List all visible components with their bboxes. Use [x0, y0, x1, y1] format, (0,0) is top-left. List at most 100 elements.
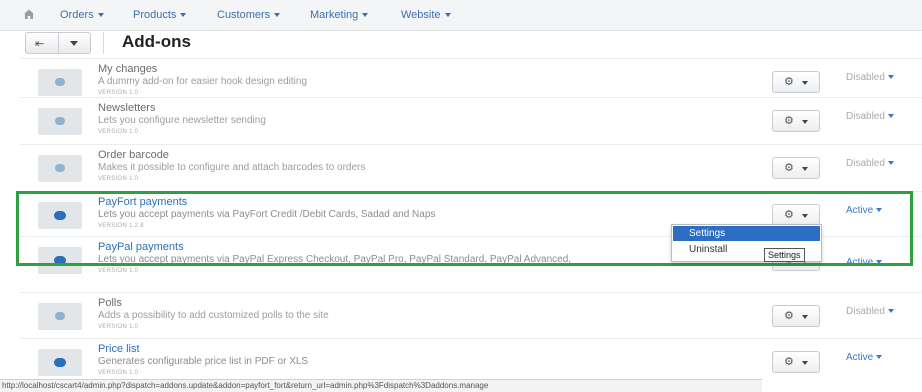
gear-icon: ⚙	[784, 76, 794, 88]
addon-row-polls: Polls Adds a possibility to add customiz…	[20, 292, 922, 342]
addon-version: VERSION 1.0	[98, 176, 139, 182]
menu-orders[interactable]: Orders	[60, 9, 104, 21]
addon-settings-button[interactable]: ⚙	[772, 71, 820, 93]
addon-version: VERSION 1.2.8	[98, 223, 144, 229]
addon-status[interactable]: Active	[846, 352, 883, 363]
status-bar-url: http://localhost/cscart4/admin.php?dispa…	[0, 379, 762, 392]
addon-version: VERSION 1.0	[98, 90, 139, 96]
chevron-down-icon	[802, 361, 808, 365]
addon-description: Generates configurable price list in PDF…	[98, 356, 309, 367]
menu-customers-label: Customers	[217, 9, 271, 21]
chevron-down-icon	[97, 13, 104, 18]
addon-settings-button[interactable]: ⚙	[772, 305, 820, 327]
addon-icon	[55, 78, 65, 86]
menu-website-label: Website	[401, 9, 441, 21]
addon-name[interactable]: PayPal payments	[98, 241, 184, 253]
addon-settings-button[interactable]: ⚙	[772, 110, 820, 132]
addon-status[interactable]: Active	[846, 257, 883, 268]
gear-icon: ⚙	[784, 356, 794, 368]
addon-status[interactable]: Disabled	[846, 111, 894, 122]
menu-marketing[interactable]: Marketing	[310, 9, 369, 21]
addon-thumbnail	[38, 108, 82, 135]
back-button-group: ⇤	[25, 32, 91, 54]
page-toolbar: ⇤ Add-ons	[0, 30, 922, 58]
chevron-down-icon[interactable]	[70, 41, 78, 46]
home-icon[interactable]	[22, 7, 36, 21]
top-navigation: Orders Products Customers Marketing Webs…	[0, 0, 922, 31]
tooltip: Settings	[764, 248, 805, 262]
addon-thumbnail	[38, 202, 82, 229]
addon-icon	[54, 256, 66, 265]
menu-website[interactable]: Website	[401, 9, 451, 21]
addon-name[interactable]: Newsletters	[98, 102, 155, 114]
addon-thumbnail	[38, 303, 82, 330]
addon-name[interactable]: Polls	[98, 297, 122, 309]
addon-name[interactable]: My changes	[98, 63, 157, 75]
addon-row-order-barcode: Order barcode Makes it possible to confi…	[20, 144, 922, 194]
gear-icon: ⚙	[784, 310, 794, 322]
chevron-down-icon	[876, 355, 883, 360]
menu-customers[interactable]: Customers	[217, 9, 281, 21]
addon-status-label: Disabled	[846, 72, 885, 83]
chevron-down-icon	[887, 114, 894, 119]
divider	[103, 32, 104, 54]
menu-products[interactable]: Products	[133, 9, 187, 21]
gear-icon: ⚙	[784, 209, 794, 221]
addon-row-newsletters: Newsletters Lets you configure newslette…	[20, 97, 922, 147]
addon-status-label: Active	[846, 205, 874, 216]
addon-icon	[55, 312, 65, 320]
chevron-down-icon	[802, 81, 808, 85]
addon-status-label: Disabled	[846, 158, 885, 169]
addon-settings-button[interactable]: ⚙	[772, 204, 820, 226]
addon-status-label: Disabled	[846, 306, 885, 317]
addon-version: VERSION 1.0	[98, 370, 139, 376]
addon-icon	[54, 358, 66, 367]
chevron-down-icon	[802, 120, 808, 124]
divider	[58, 33, 59, 53]
addon-description: Lets you accept payments via PayFort Cre…	[98, 209, 436, 220]
addon-status-label: Active	[846, 352, 874, 363]
menu-marketing-label: Marketing	[310, 9, 359, 21]
menu-products-label: Products	[133, 9, 177, 21]
addon-description: Lets you configure newsletter sending	[98, 115, 266, 126]
chevron-down-icon	[876, 260, 883, 265]
addon-thumbnail	[38, 247, 82, 274]
addon-version: VERSION 1.0	[98, 324, 139, 330]
addon-name[interactable]: Order barcode	[98, 149, 169, 161]
addon-settings-button[interactable]: ⚙	[772, 157, 820, 179]
chevron-down-icon	[802, 315, 808, 319]
chevron-down-icon	[887, 161, 894, 166]
addon-description: Lets you accept payments via PayPal Expr…	[98, 254, 572, 265]
addon-status[interactable]: Disabled	[846, 158, 894, 169]
addon-status[interactable]: Active	[846, 205, 883, 216]
addon-description: A dummy add-on for easier hook design ed…	[98, 76, 308, 87]
page-title: Add-ons	[122, 32, 191, 51]
chevron-down-icon	[887, 75, 894, 80]
addon-settings-button[interactable]: ⚙	[772, 351, 820, 373]
addon-description: Adds a possibility to add customized pol…	[98, 310, 329, 321]
addon-icon	[54, 211, 66, 220]
menu-item-settings[interactable]: Settings	[673, 226, 820, 241]
addon-thumbnail	[38, 349, 82, 376]
addon-name[interactable]: PayFort payments	[98, 196, 187, 208]
addon-description: Makes it possible to configure and attac…	[98, 162, 366, 173]
addon-name[interactable]: Price list	[98, 343, 140, 355]
chevron-down-icon	[876, 208, 883, 213]
chevron-down-icon	[444, 13, 451, 18]
addon-thumbnail	[38, 69, 82, 96]
chevron-down-icon	[802, 214, 808, 218]
addon-icon	[55, 117, 65, 125]
addon-status-label: Active	[846, 257, 874, 268]
addon-thumbnail	[38, 155, 82, 182]
menu-item-settings-label: Settings	[689, 228, 726, 239]
back-arrow-icon[interactable]: ⇤	[35, 37, 44, 50]
menu-orders-label: Orders	[60, 9, 94, 21]
chevron-down-icon	[274, 13, 281, 18]
addon-status[interactable]: Disabled	[846, 72, 894, 83]
chevron-down-icon	[802, 167, 808, 171]
menu-item-uninstall[interactable]: Uninstall	[689, 244, 727, 255]
addon-version: VERSION 1.0	[98, 129, 139, 135]
addon-status[interactable]: Disabled	[846, 306, 894, 317]
addon-icon	[55, 164, 65, 172]
gear-icon: ⚙	[784, 162, 794, 174]
